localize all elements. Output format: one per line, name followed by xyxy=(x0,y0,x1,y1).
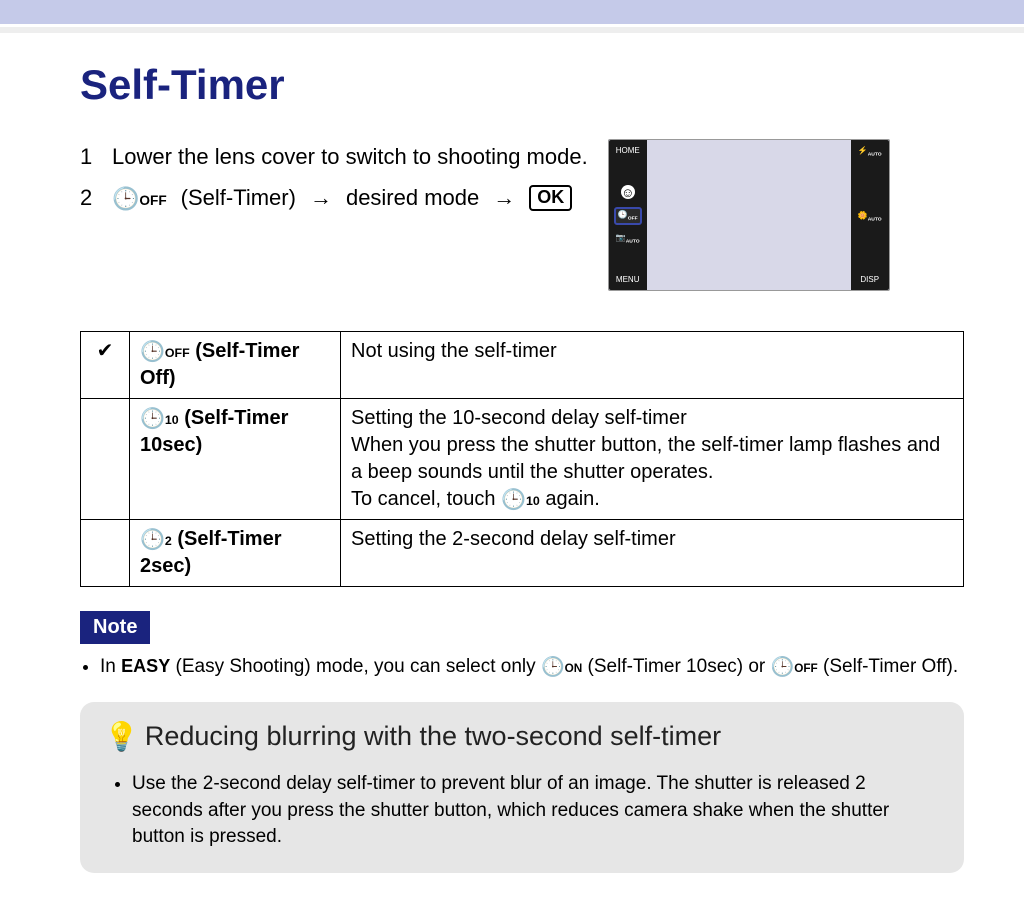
check-cell xyxy=(81,399,130,520)
mode-desc-cell: Setting the 10-second delay self-timer W… xyxy=(341,399,964,520)
self-timer-highlight-icon: 🕒OFF xyxy=(614,207,642,225)
menu-label: MENU xyxy=(616,275,640,284)
self-timer-2-icon: 🕒2 xyxy=(140,526,172,553)
page-title: Self-Timer xyxy=(80,61,964,109)
page-content: Self-Timer 1 Lower the lens cover to swi… xyxy=(0,33,1024,903)
modes-table: ✔ 🕒OFF (Self-Timer Off) Not using the se… xyxy=(80,331,964,587)
top-accent-bar xyxy=(0,0,1024,27)
tip-box: 💡 Reducing blurring with the two-second … xyxy=(80,702,964,873)
tip-list: Use the 2-second delay self-timer to pre… xyxy=(104,771,940,851)
steps-text: 1 Lower the lens cover to switch to shoo… xyxy=(80,139,588,221)
mode-desc-cell: Not using the self-timer xyxy=(341,332,964,399)
self-timer-off-icon: 🕒OFF xyxy=(140,338,190,365)
screen-left-column: HOME ☺ 🕒OFF 📷AUTO MENU xyxy=(609,140,647,290)
arrow-icon: → xyxy=(310,180,332,215)
step-2-label: (Self-Timer) xyxy=(181,180,296,215)
step-2-mid: desired mode xyxy=(346,180,479,215)
macro-auto-icon: 🌼AUTO xyxy=(858,211,882,223)
disp-label: DISP xyxy=(860,275,879,284)
desc-line-part: To cancel, touch xyxy=(351,488,501,510)
desc-line-part: again. xyxy=(540,488,600,510)
flash-auto-icon: ⚡AUTO xyxy=(858,146,882,158)
desc-line: Setting the 10-second delay self-timer xyxy=(351,407,687,429)
arrow-icon: → xyxy=(493,180,515,215)
desc-line: When you press the shutter button, the s… xyxy=(351,434,940,483)
self-timer-10-icon: 🕒10 xyxy=(140,405,179,432)
mode-name-cell: 🕒OFF (Self-Timer Off) xyxy=(130,332,341,399)
step-2-number: 2 xyxy=(80,180,98,215)
table-row: 🕒2 (Self-Timer 2sec) Setting the 2-secon… xyxy=(81,520,964,587)
steps-area: 1 Lower the lens cover to switch to shoo… xyxy=(80,139,964,291)
smile-icon: ☺ xyxy=(621,185,635,199)
lightbulb-icon: 💡 xyxy=(104,720,139,753)
step-1-text: Lower the lens cover to switch to shooti… xyxy=(112,139,588,174)
home-label: HOME xyxy=(616,146,640,155)
table-row: 🕒10 (Self-Timer 10sec) Setting the 10-se… xyxy=(81,399,964,520)
screen-right-column: ⚡AUTO 🌼AUTO DISP xyxy=(851,140,889,290)
self-timer-off-icon: 🕒OFF xyxy=(112,180,167,215)
ok-button-graphic: OK xyxy=(529,185,572,211)
mode-desc-cell: Setting the 2-second delay self-timer xyxy=(341,520,964,587)
tip-title: 💡 Reducing blurring with the two-second … xyxy=(104,720,940,753)
self-timer-on-icon: 🕒ON xyxy=(541,654,582,678)
tip-title-text: Reducing blurring with the two-second se… xyxy=(145,721,721,752)
step-1: 1 Lower the lens cover to switch to shoo… xyxy=(80,139,588,174)
auto-mode-icon: 📷AUTO xyxy=(616,233,640,245)
easy-mode-label: EASY xyxy=(121,656,170,676)
self-timer-off-icon: 🕒OFF xyxy=(771,654,818,678)
note-badge: Note xyxy=(80,611,150,644)
self-timer-10-icon: 🕒10 xyxy=(501,486,540,513)
step-2: 2 🕒OFF (Self-Timer) → desired mode → OK xyxy=(80,180,588,215)
mode-name-cell: 🕒10 (Self-Timer 10sec) xyxy=(130,399,341,520)
table-row: ✔ 🕒OFF (Self-Timer Off) Not using the se… xyxy=(81,332,964,399)
tip-item: Use the 2-second delay self-timer to pre… xyxy=(132,771,940,851)
mode-name-cell: 🕒2 (Self-Timer 2sec) xyxy=(130,520,341,587)
check-cell: ✔ xyxy=(81,332,130,399)
step-1-number: 1 xyxy=(80,139,98,174)
note-list: In EASY (Easy Shooting) mode, you can se… xyxy=(80,654,964,678)
camera-screen-diagram: HOME ☺ 🕒OFF 📷AUTO MENU ⚡AUTO 🌼AUTO DISP xyxy=(608,139,890,291)
note-item: In EASY (Easy Shooting) mode, you can se… xyxy=(100,654,964,678)
check-cell xyxy=(81,520,130,587)
